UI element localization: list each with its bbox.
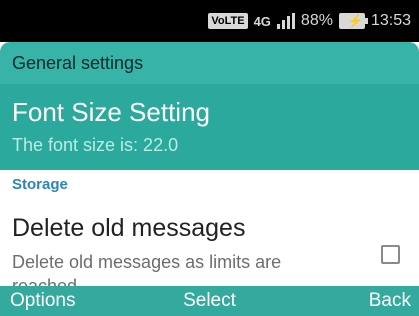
softkey-bar: Options Select Back <box>0 286 419 316</box>
app-header: General settings <box>0 42 419 84</box>
page-title: General settings <box>12 53 144 73</box>
status-icons: VoLTE 4G 88% ⚡ 13:53 <box>208 11 411 31</box>
setting-font-size-summary: The font size is: 22.0 <box>12 135 179 155</box>
battery-percent: 88% <box>300 12 333 29</box>
setting-delete-old-messages-title: Delete old messages <box>12 214 246 242</box>
signal-icon <box>276 13 295 29</box>
delete-old-messages-checkbox[interactable] <box>381 245 400 264</box>
clock: 13:53 <box>370 12 411 29</box>
status-bar: VoLTE 4G 88% ⚡ 13:53 <box>0 0 419 42</box>
section-header-storage: Storage <box>12 176 68 193</box>
volte-badge: VoLTE <box>208 13 248 29</box>
setting-font-size[interactable]: Font Size Setting The font size is: 22.0 <box>0 84 419 170</box>
softkey-select[interactable]: Select <box>0 290 419 312</box>
setting-font-size-title: Font Size Setting <box>12 97 210 127</box>
network-type: 4G <box>253 13 271 29</box>
softkey-back[interactable]: Back <box>369 290 411 312</box>
battery-icon: ⚡ <box>338 13 368 29</box>
